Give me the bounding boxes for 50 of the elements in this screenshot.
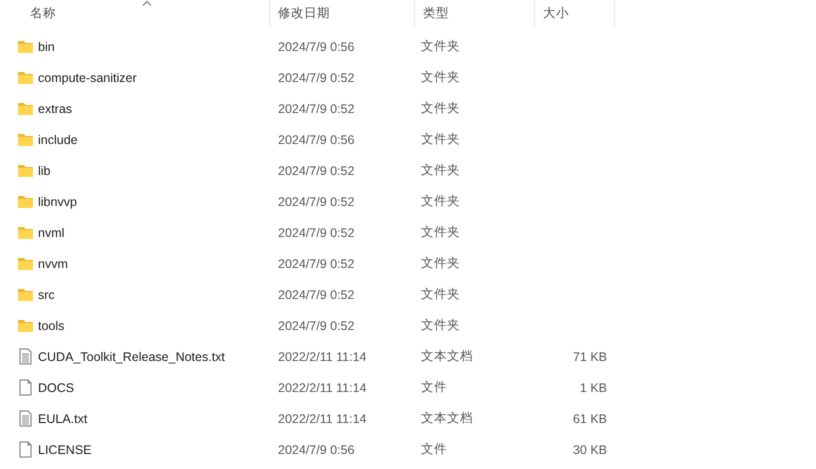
file-type: 文件夹 [420,317,461,334]
column-header[interactable]: 大小 [535,0,615,27]
file-type: 文件夹 [420,224,461,241]
file-type: 文件夹 [420,100,461,117]
file-name[interactable]: EULA.txt [38,412,88,426]
file-type: 文件夹 [420,131,461,148]
file-size: 61 KB [572,412,608,426]
modified-date: 2024/7/9 0:56 [277,132,356,146]
file-name[interactable]: include [38,132,78,146]
file-name[interactable]: tools [38,318,64,332]
file-type: 文件夹 [420,286,461,303]
modified-date: 2024/7/9 0:52 [277,256,356,270]
file-name[interactable]: lib [38,164,51,178]
modified-date: 2024/7/9 0:56 [277,40,356,54]
file-type: 文本文档 [420,348,474,365]
file-name[interactable]: DOCS [38,380,74,394]
modified-date: 2024/7/9 0:52 [277,288,356,302]
modified-date: 2024/7/9 0:56 [277,442,356,456]
file-name[interactable]: nvvm [38,256,68,270]
modified-date: 2022/2/11 11:14 [277,350,368,364]
file-type: 文件夹 [420,69,461,86]
file-name[interactable]: compute-sanitizer [38,70,137,84]
file-name[interactable]: libnvvp [38,194,77,208]
modified-date: 2024/7/9 0:52 [277,194,356,208]
file-type: 文件夹 [420,193,461,210]
file-size: 30 KB [572,442,608,456]
file-name[interactable]: LICENSE [38,442,92,456]
file-name[interactable]: src [38,288,55,302]
file-type: 文件夹 [420,162,461,179]
file-name[interactable]: bin [38,40,55,54]
file-size: 1 KB [578,380,608,394]
column-header[interactable]: 类型 [415,0,535,27]
modified-date: 2024/7/9 0:52 [277,318,356,332]
file-size: 71 KB [572,350,608,364]
file-name[interactable]: nvml [38,226,64,240]
modified-date: 2024/7/9 0:52 [277,70,356,84]
modified-date: 2024/7/9 0:52 [277,102,356,116]
modified-date: 2024/7/9 0:52 [277,164,356,178]
file-name[interactable]: extras [38,102,72,116]
modified-date: 2022/2/11 11:14 [277,412,368,426]
modified-date: 2022/2/11 11:14 [277,380,368,394]
file-type: 文件 [420,379,448,396]
column-header[interactable]: 修改日期 [270,0,415,27]
file-type: 文件夹 [420,255,461,272]
file-name[interactable]: CUDA_Toolkit_Release_Notes.txt [38,350,225,364]
file-type: 文件夹 [420,38,461,55]
file-type: 文本文档 [420,410,474,427]
modified-date: 2024/7/9 0:52 [277,226,356,240]
column-header[interactable]: 名称 [0,0,270,27]
file-type: 文件 [420,441,448,458]
